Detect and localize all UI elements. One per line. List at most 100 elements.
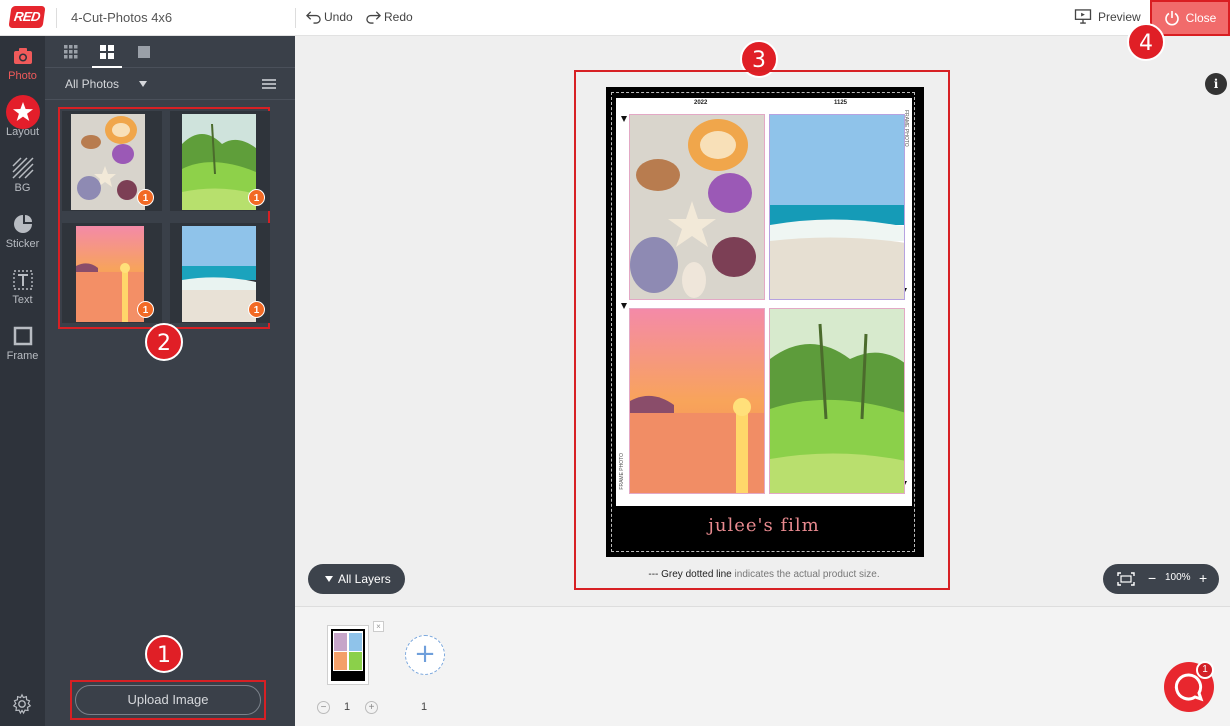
undo-icon (306, 11, 321, 24)
document-title: 4-Cut-Photos 4x6 (71, 10, 173, 25)
photo-slot[interactable] (769, 308, 905, 494)
active-tab-indicator (92, 66, 122, 68)
note-prefix: --- (648, 569, 659, 580)
grid-small-icon[interactable] (64, 45, 78, 59)
rail-label: Photo (8, 70, 37, 82)
undo-button[interactable]: Undo (306, 9, 353, 24)
page-strip: × + − 1 + 1 (295, 606, 1230, 726)
sunset-photo (630, 309, 764, 493)
zoom-control: − 100% + (1103, 564, 1219, 594)
power-icon (1164, 11, 1179, 26)
divider (45, 99, 295, 100)
preview-button[interactable]: Preview (1074, 9, 1141, 24)
rail-item-sticker[interactable]: Sticker (0, 204, 45, 260)
product-size-note: --- Grey dotted line indicates the actua… (576, 569, 952, 580)
close-label: Close (1185, 11, 1217, 25)
photo-thumb[interactable]: 1 (62, 223, 162, 323)
rail-label: Frame (6, 350, 39, 362)
film-caption-text[interactable]: julee's film (612, 515, 916, 536)
photo-use-count-badge: 1 (248, 301, 265, 318)
remove-page-button[interactable]: × (373, 621, 384, 632)
brand-logo[interactable]: RED (8, 6, 46, 28)
photo-thumb[interactable]: 1 (170, 223, 270, 323)
photo-slot[interactable] (769, 114, 905, 300)
grid-medium-icon[interactable] (100, 45, 114, 59)
seashells-thumbnail (71, 114, 145, 210)
chevron-down-icon[interactable] (139, 81, 147, 87)
photo-filter-select[interactable]: All Photos (65, 77, 119, 91)
photo-use-count-badge: 1 (137, 301, 154, 318)
rail-item-frame[interactable]: Frame (0, 316, 45, 372)
rail-item-text[interactable]: Text (0, 260, 45, 316)
photo-slot[interactable] (629, 114, 765, 300)
top-bar: RED 4-Cut-Photos 4x6 Undo Redo Preview C… (0, 0, 1230, 36)
triangle-marker-icon (621, 116, 627, 122)
camera-icon (13, 48, 32, 64)
rail-label: Layout (5, 126, 40, 138)
photo-thumb[interactable]: 1 (170, 111, 270, 211)
rail-label: BG (14, 182, 31, 194)
photo-grid: 1 1 1 1 (58, 107, 270, 329)
product-size-guide: 2022 1125 FRAME PHOTO FRAME PHOTO julee'… (611, 92, 915, 552)
chat-notification-badge: 1 (1196, 661, 1214, 679)
palm-forest-thumbnail (182, 114, 256, 210)
photo-use-count-badge: 1 (248, 189, 265, 206)
add-page-button[interactable]: + (405, 635, 445, 675)
rail-label: Sticker (5, 238, 40, 250)
beach-thumbnail (182, 226, 256, 322)
step-marker: 4 (1127, 23, 1165, 61)
frame-icon (13, 326, 32, 346)
redo-button[interactable]: Redo (366, 9, 413, 24)
zoom-out-button[interactable]: − (1148, 570, 1156, 586)
photo-slot[interactable] (629, 308, 765, 494)
palm-forest-photo (770, 309, 904, 493)
divider (56, 8, 57, 28)
star-icon (12, 102, 33, 121)
info-icon[interactable]: i (1205, 73, 1227, 95)
upload-image-button[interactable]: Upload Image (75, 685, 261, 715)
rail-item-bg[interactable]: BG (0, 148, 45, 204)
hatch-icon (11, 157, 34, 179)
sheet-date-label: 1125 (834, 100, 848, 106)
page-thumbnail-preview (331, 629, 365, 681)
close-button[interactable]: Close (1150, 0, 1230, 36)
sunset-thumbnail (76, 226, 144, 322)
beach-photo (770, 115, 904, 299)
sheet-year-label: 2022 (694, 100, 708, 106)
tool-rail: Photo Layout BG Sticker Text Frame (0, 36, 45, 726)
photo-use-count-badge: 1 (137, 189, 154, 206)
step-marker: 2 (145, 323, 183, 361)
page-thumbnail-image (333, 631, 363, 671)
gear-icon[interactable] (11, 693, 33, 715)
monitor-icon (1074, 9, 1092, 24)
frame-side-text: FRAME PHOTO (619, 453, 625, 490)
step-marker: 1 (145, 635, 183, 673)
canvas-highlight: 2022 1125 FRAME PHOTO FRAME PHOTO julee'… (574, 70, 950, 590)
fit-screen-icon[interactable] (1117, 572, 1135, 586)
redo-icon (366, 11, 381, 24)
note-bold: Grey dotted line (661, 569, 732, 580)
photo-thumb[interactable]: 1 (62, 111, 162, 211)
all-layers-button[interactable]: All Layers (308, 564, 405, 594)
grid-large-icon[interactable] (137, 45, 151, 59)
triangle-marker-icon (621, 303, 627, 309)
zoom-in-button[interactable]: + (1199, 570, 1207, 586)
undo-label: Undo (324, 9, 353, 24)
page-count: 1 (421, 701, 428, 713)
quantity-decrement-button[interactable]: − (317, 701, 330, 714)
text-icon (12, 270, 33, 290)
page-quantity-stepper: − 1 + (317, 701, 387, 715)
redo-label: Redo (384, 9, 413, 24)
seashells-photo (630, 115, 764, 299)
rail-item-photo[interactable]: Photo (0, 36, 45, 92)
divider (295, 8, 296, 28)
rail-item-layout[interactable]: Layout (0, 92, 45, 148)
note-rest: indicates the actual product size. (734, 569, 880, 580)
menu-icon[interactable] (262, 79, 276, 89)
preview-label: Preview (1098, 9, 1141, 24)
photo-panel: All Photos 1 1 1 1 Upload Image (45, 36, 295, 726)
page-thumbnail[interactable] (327, 625, 369, 685)
zoom-level: 100% (1165, 572, 1191, 583)
product-canvas[interactable]: 2022 1125 FRAME PHOTO FRAME PHOTO julee'… (606, 87, 924, 557)
quantity-increment-button[interactable]: + (365, 701, 378, 714)
